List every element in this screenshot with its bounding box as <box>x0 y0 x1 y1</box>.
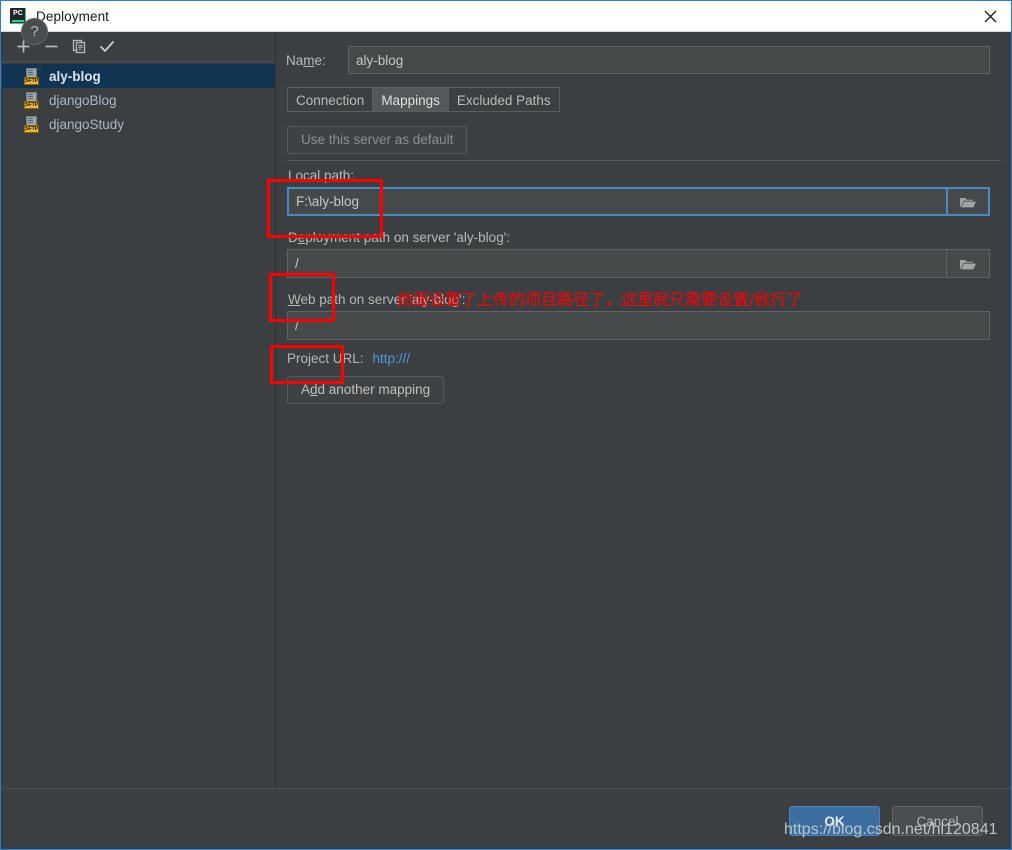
deployment-path-browse-button[interactable] <box>946 249 990 278</box>
copy-icon[interactable] <box>65 34 93 60</box>
server-list-panel: SFTP aly-blog SFTP djangoBlog SFTP djang… <box>2 32 276 788</box>
server-item-djangoBlog[interactable]: SFTP djangoBlog <box>2 88 275 112</box>
settings-tabs: Connection Mappings Excluded Paths <box>287 87 1011 112</box>
sftp-icon: SFTP <box>24 67 41 85</box>
server-list: SFTP aly-blog SFTP djangoBlog SFTP djang… <box>2 62 275 136</box>
project-url-label: Project URL: <box>287 351 364 366</box>
local-path-label: Local path: <box>288 168 355 183</box>
tab-connection[interactable]: Connection <box>287 87 373 112</box>
name-row: Name: <box>276 32 1011 74</box>
deployment-path-label: Deployment path on server 'aly-blog': <box>288 230 511 245</box>
project-url-row: Project URL: http:/// <box>287 351 990 366</box>
sftp-icon: SFTP <box>24 91 41 109</box>
name-label: Name: <box>286 52 326 68</box>
folder-icon <box>960 197 976 207</box>
web-path-label: Web path on server 'aly-blog': <box>288 292 466 307</box>
close-icon[interactable] <box>967 1 1011 31</box>
deployment-path-row <box>287 249 990 278</box>
server-item-label: djangoStudy <box>49 116 125 132</box>
server-settings-panel: Name: Connection Mappings Excluded Paths… <box>276 32 1011 788</box>
web-path-row <box>287 311 990 340</box>
local-path-browse-button[interactable] <box>946 187 990 216</box>
title-bar: PC Deployment <box>1 1 1011 32</box>
server-item-aly-blog[interactable]: SFTP aly-blog <box>2 64 275 88</box>
tab-excluded-paths[interactable]: Excluded Paths <box>447 87 560 112</box>
folder-icon <box>960 259 976 269</box>
local-path-row <box>287 187 990 216</box>
deployment-path-input[interactable] <box>287 249 946 278</box>
help-button[interactable]: ? <box>21 18 48 45</box>
use-server-as-default-button[interactable]: Use this server as default <box>287 126 468 154</box>
tab-separator <box>287 160 1001 161</box>
local-path-input[interactable] <box>287 187 946 216</box>
mappings-tab-body: Use this server as default Local path: D… <box>276 112 1011 404</box>
server-item-djangoStudy[interactable]: SFTP djangoStudy <box>2 112 275 136</box>
web-path-input[interactable] <box>287 311 990 340</box>
cancel-button[interactable]: Cancel <box>892 806 983 836</box>
name-input[interactable] <box>348 46 990 74</box>
add-another-mapping-button[interactable]: Add another mapping <box>287 376 445 404</box>
project-url-link[interactable]: http:/// <box>373 351 411 366</box>
window-title: Deployment <box>36 8 110 24</box>
ok-button[interactable]: OK <box>789 806 880 836</box>
tab-mappings[interactable]: Mappings <box>372 87 448 112</box>
check-icon[interactable] <box>93 34 121 60</box>
deployment-dialog: PC Deployment SFTP aly-blog SFTP djangoB… <box>0 0 1012 850</box>
server-item-label: djangoBlog <box>49 92 117 108</box>
sftp-icon: SFTP <box>24 115 41 133</box>
server-item-label: aly-blog <box>49 68 101 84</box>
